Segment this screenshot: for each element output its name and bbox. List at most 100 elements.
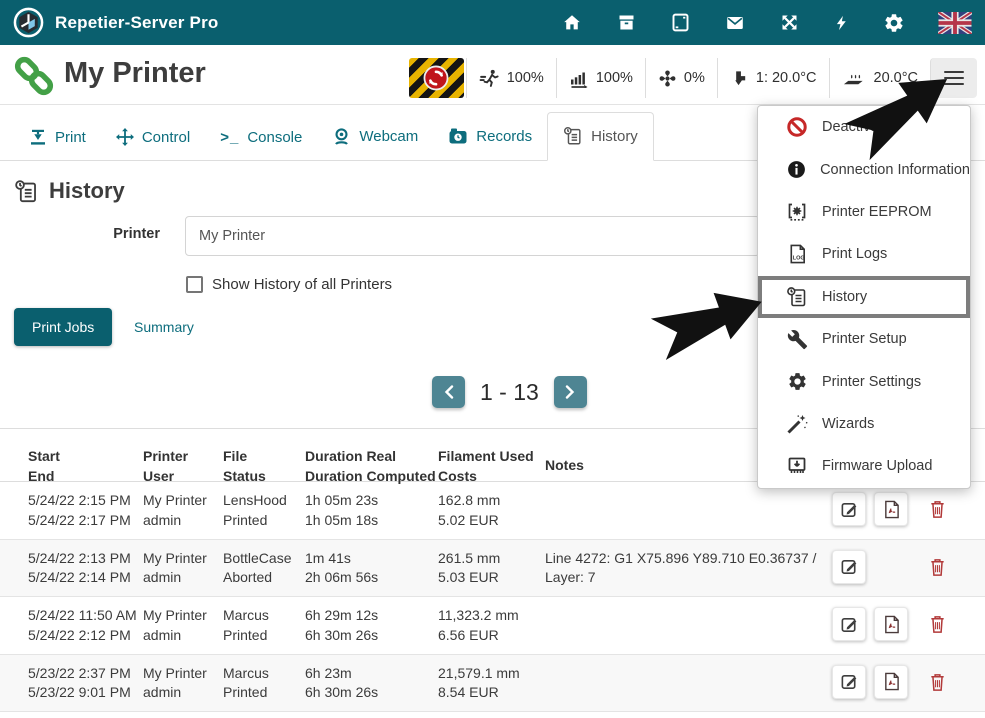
edit-notes-button[interactable]: [832, 665, 866, 699]
menu-item-printer-eeprom[interactable]: Printer EEPROM: [758, 191, 970, 233]
show-all-printers-row: Show History of all Printers: [186, 276, 392, 293]
svg-text:LOG: LOG: [792, 256, 804, 262]
deactivate-icon: [786, 116, 808, 138]
menu-item-firmware-upload[interactable]: Firmware Upload: [758, 445, 970, 487]
printer-link-icon[interactable]: [12, 54, 56, 98]
printer-menu-button[interactable]: [930, 58, 977, 98]
pdf-report-button[interactable]: [874, 492, 908, 526]
next-page-button[interactable]: [554, 376, 587, 408]
tab-history[interactable]: History: [547, 112, 654, 161]
touchscreen-icon[interactable]: [670, 12, 691, 33]
pdf-report-button[interactable]: [874, 607, 908, 641]
pdf-file-icon: [883, 615, 900, 634]
navbar-icons: [561, 0, 972, 45]
prev-page-button[interactable]: [432, 376, 465, 408]
eeprom-icon: [786, 201, 808, 223]
history-icon: [563, 126, 583, 146]
speed-runner-icon: [479, 68, 500, 89]
menu-item-printer-settings[interactable]: Printer Settings: [758, 360, 970, 402]
trash-icon: [928, 614, 947, 634]
edit-notes-button[interactable]: [832, 550, 866, 584]
mail-icon[interactable]: [724, 12, 746, 34]
fan-status[interactable]: 0%: [645, 58, 717, 98]
records-camera-icon: [448, 127, 468, 146]
speed-value: 100%: [507, 70, 544, 86]
home-icon[interactable]: [561, 12, 583, 34]
printer-select[interactable]: My Printer: [185, 216, 760, 256]
info-icon: [786, 159, 807, 180]
menu-item-deactivate[interactable]: Deactivate: [758, 106, 970, 148]
table-row: 5/24/22 2:15 PM5/24/22 2:17 PM My Printe…: [0, 482, 985, 540]
edit-icon: [840, 615, 859, 634]
history-icon: [786, 286, 808, 308]
bed-temp-value: 20.0°C: [874, 70, 919, 86]
wand-icon: [786, 413, 808, 435]
edit-notes-button[interactable]: [832, 492, 866, 526]
top-navbar: Repetier-Server Pro: [0, 0, 985, 45]
history-heading-label: History: [49, 178, 125, 204]
printer-select-label: Printer: [0, 226, 160, 242]
gear-icon: [787, 371, 808, 392]
printer-select-value: My Printer: [199, 228, 265, 244]
emergency-stop-button[interactable]: [409, 58, 464, 98]
menu-item-printer-setup[interactable]: Printer Setup: [758, 318, 970, 360]
print-nozzle-icon: [29, 128, 47, 146]
webcam-icon: [332, 127, 351, 146]
table-row: 5/24/22 11:50 AM5/24/22 2:12 PM My Print…: [0, 597, 985, 655]
printer-header: My Printer: [0, 45, 985, 105]
delete-entry-button[interactable]: [920, 597, 985, 637]
uk-flag-icon[interactable]: [938, 12, 972, 34]
history-heading-icon: [14, 179, 39, 204]
menu-item-wizards[interactable]: Wizards: [758, 403, 970, 445]
notes-cell: [545, 655, 825, 664]
repetier-logo-icon[interactable]: [13, 7, 44, 38]
table-row: 5/24/22 2:13 PM5/24/22 2:14 PM My Printe…: [0, 540, 985, 598]
tab-control[interactable]: Control: [101, 115, 205, 160]
edit-icon: [840, 672, 859, 691]
edit-notes-button[interactable]: [832, 607, 866, 641]
summary-button[interactable]: Summary: [124, 308, 204, 346]
notes-cell: Line 4272: G1 X75.896 Y89.710 E0.36737 /…: [545, 540, 825, 588]
printer-name-title: My Printer: [64, 57, 206, 90]
pdf-report-button[interactable]: [874, 665, 908, 699]
trash-icon: [928, 499, 947, 519]
tab-console[interactable]: >_ Console: [205, 116, 317, 160]
bolt-icon[interactable]: [833, 12, 850, 34]
show-all-printers-label: Show History of all Printers: [212, 276, 392, 293]
printer-box-icon[interactable]: [616, 12, 637, 33]
menu-item-print-logs[interactable]: LOG Print Logs: [758, 233, 970, 275]
fullscreen-icon[interactable]: [779, 12, 800, 33]
printer-statusbar: 100% 100% 0: [409, 58, 977, 98]
delete-entry-button[interactable]: [920, 655, 985, 695]
emergency-stop-icon: [420, 62, 452, 94]
app-title: Repetier-Server Pro: [55, 13, 218, 33]
firmware-upload-icon: [786, 455, 808, 477]
extruder-temp-value: 1: 20.0°C: [756, 70, 817, 86]
print-jobs-button[interactable]: Print Jobs: [14, 308, 112, 346]
notes-cell: [545, 597, 825, 606]
edit-icon: [840, 500, 859, 519]
chevron-left-icon: [444, 385, 454, 399]
show-all-printers-checkbox[interactable]: [186, 276, 203, 293]
delete-entry-button[interactable]: [920, 540, 985, 580]
chevron-right-icon: [565, 385, 575, 399]
annotation-arrow-to-history-item: [649, 276, 771, 365]
console-prompt-icon: >_: [220, 129, 239, 146]
extruder-temp-status[interactable]: 1: 20.0°C: [717, 58, 829, 98]
bed-temp-status[interactable]: 20.0°C: [829, 58, 931, 98]
control-arrows-icon: [116, 128, 134, 146]
settings-icon[interactable]: [883, 12, 905, 34]
speed-status[interactable]: 100%: [466, 58, 556, 98]
extruder-icon: [730, 69, 749, 88]
menu-item-history[interactable]: History: [758, 276, 970, 318]
flow-value: 100%: [596, 70, 633, 86]
tab-webcam[interactable]: Webcam: [317, 114, 433, 160]
pdf-file-icon: [883, 672, 900, 691]
table-row: 5/23/22 2:37 PM5/23/22 9:01 PM My Printe…: [0, 655, 985, 713]
flow-status[interactable]: 100%: [556, 58, 645, 98]
page-range-label: 1 - 13: [480, 379, 539, 406]
tab-records[interactable]: Records: [433, 114, 547, 160]
menu-item-connection-information[interactable]: Connection Information: [758, 148, 970, 190]
tab-print[interactable]: Print: [14, 115, 101, 160]
pdf-file-icon: [883, 500, 900, 519]
